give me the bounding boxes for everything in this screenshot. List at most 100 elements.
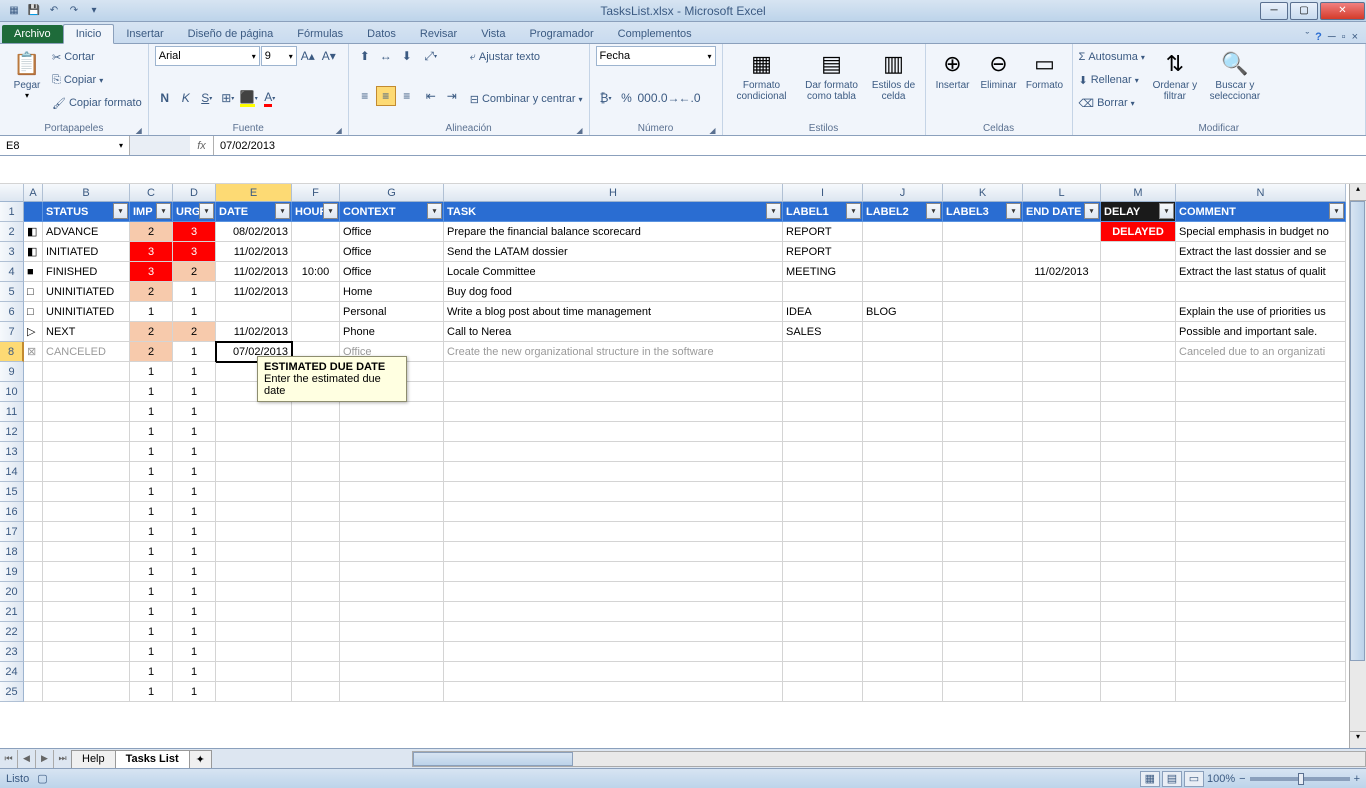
sheet-nav-last-icon[interactable]: ⏭ — [54, 750, 72, 768]
cell[interactable] — [943, 542, 1023, 562]
cell[interactable]: 1 — [173, 422, 216, 442]
cell[interactable] — [863, 442, 943, 462]
cell[interactable] — [444, 602, 783, 622]
cell[interactable] — [43, 642, 130, 662]
cell[interactable]: 2 — [130, 222, 173, 242]
cell[interactable] — [943, 622, 1023, 642]
sheet-tab-help[interactable]: Help — [71, 750, 116, 768]
cell[interactable] — [863, 662, 943, 682]
cell[interactable] — [1023, 442, 1101, 462]
tab-programador[interactable]: Programador — [517, 25, 605, 43]
conditional-format-button[interactable]: ▦Formato condicional — [729, 46, 795, 104]
cell[interactable] — [783, 682, 863, 702]
col-header-B[interactable]: B — [43, 184, 130, 202]
cell[interactable] — [783, 622, 863, 642]
cell[interactable] — [340, 502, 444, 522]
cell[interactable]: 1 — [130, 682, 173, 702]
cell[interactable]: 1 — [173, 442, 216, 462]
align-middle-icon[interactable]: ↔ — [376, 46, 396, 66]
cell[interactable] — [943, 302, 1023, 322]
row-header[interactable]: 5 — [0, 282, 24, 302]
cell[interactable] — [1176, 682, 1346, 702]
cell[interactable] — [863, 242, 943, 262]
number-format-combo[interactable]: Fecha▾ — [596, 46, 716, 66]
cell[interactable] — [863, 382, 943, 402]
cell[interactable] — [444, 482, 783, 502]
formula-input[interactable]: 07/02/2013 — [214, 136, 1366, 155]
cell[interactable]: 1 — [130, 422, 173, 442]
cell[interactable] — [1023, 642, 1101, 662]
cell[interactable] — [943, 382, 1023, 402]
increase-indent-icon[interactable]: ⇥ — [442, 86, 462, 106]
shrink-font-icon[interactable]: A▾ — [319, 46, 339, 66]
merge-center-button[interactable]: ⊟Combinar y centrar▾ — [470, 88, 583, 110]
cell[interactable] — [1101, 302, 1176, 322]
cell[interactable] — [24, 502, 43, 522]
cell[interactable] — [216, 662, 292, 682]
cell[interactable]: 1 — [130, 462, 173, 482]
cell[interactable] — [43, 402, 130, 422]
cell[interactable] — [1023, 522, 1101, 542]
cell[interactable] — [444, 622, 783, 642]
cell[interactable] — [292, 222, 340, 242]
cell[interactable]: Home — [340, 282, 444, 302]
row-header[interactable]: 19 — [0, 562, 24, 582]
delete-cells-button[interactable]: ⊖Eliminar — [978, 46, 1020, 93]
cell-styles-button[interactable]: ▥Estilos de celda — [869, 46, 919, 104]
cell[interactable] — [943, 242, 1023, 262]
col-header-M[interactable]: M — [1101, 184, 1176, 202]
cell[interactable]: INITIATED — [43, 242, 130, 262]
cell[interactable]: 2 — [130, 322, 173, 342]
tab-fórmulas[interactable]: Fórmulas — [285, 25, 355, 43]
cell[interactable] — [863, 582, 943, 602]
cell[interactable] — [1023, 682, 1101, 702]
cell[interactable] — [863, 362, 943, 382]
cell[interactable] — [1176, 442, 1346, 462]
cell[interactable] — [1101, 422, 1176, 442]
align-bottom-icon[interactable]: ⬇ — [397, 46, 417, 66]
sort-filter-button[interactable]: ⇅Ordenar y filtrar — [1149, 46, 1201, 104]
cell[interactable] — [783, 642, 863, 662]
cell[interactable] — [1023, 602, 1101, 622]
cell[interactable] — [863, 402, 943, 422]
help-icon[interactable]: ? — [1315, 31, 1322, 43]
cell[interactable]: UNINITIATED — [43, 282, 130, 302]
paste-button[interactable]: 📋 Pegar ▾ — [6, 46, 48, 102]
cell[interactable] — [1023, 282, 1101, 302]
row-header[interactable]: 4 — [0, 262, 24, 282]
cell[interactable] — [1176, 462, 1346, 482]
header-C[interactable]: IMP▾ — [130, 202, 173, 222]
cell[interactable] — [783, 462, 863, 482]
cell[interactable]: Call to Nerea — [444, 322, 783, 342]
cell[interactable] — [943, 682, 1023, 702]
filter-icon[interactable]: ▾ — [1159, 203, 1174, 219]
cell[interactable] — [292, 542, 340, 562]
cell[interactable]: 1 — [173, 662, 216, 682]
cell[interactable] — [24, 542, 43, 562]
sheet-nav-next-icon[interactable]: ▶ — [36, 750, 54, 768]
cell[interactable] — [216, 482, 292, 502]
cell[interactable] — [24, 422, 43, 442]
cell[interactable] — [863, 642, 943, 662]
col-header-G[interactable]: G — [340, 184, 444, 202]
cell[interactable] — [1176, 362, 1346, 382]
cell[interactable]: 3 — [130, 242, 173, 262]
cell[interactable]: Explain the use of priorities us — [1176, 302, 1346, 322]
cell[interactable] — [943, 522, 1023, 542]
row-header[interactable]: 15 — [0, 482, 24, 502]
cell[interactable]: 3 — [173, 242, 216, 262]
sheet-nav-prev-icon[interactable]: ◀ — [18, 750, 36, 768]
cell[interactable] — [863, 622, 943, 642]
cell[interactable]: 2 — [173, 322, 216, 342]
cell[interactable] — [43, 462, 130, 482]
cell[interactable] — [292, 642, 340, 662]
cell[interactable] — [943, 402, 1023, 422]
cell[interactable] — [1023, 662, 1101, 682]
cell[interactable]: 1 — [173, 362, 216, 382]
cell[interactable] — [216, 502, 292, 522]
align-top-icon[interactable]: ⬆ — [355, 46, 375, 66]
cell[interactable] — [1101, 642, 1176, 662]
cell[interactable] — [1023, 502, 1101, 522]
cell[interactable] — [1176, 602, 1346, 622]
cell[interactable] — [340, 422, 444, 442]
